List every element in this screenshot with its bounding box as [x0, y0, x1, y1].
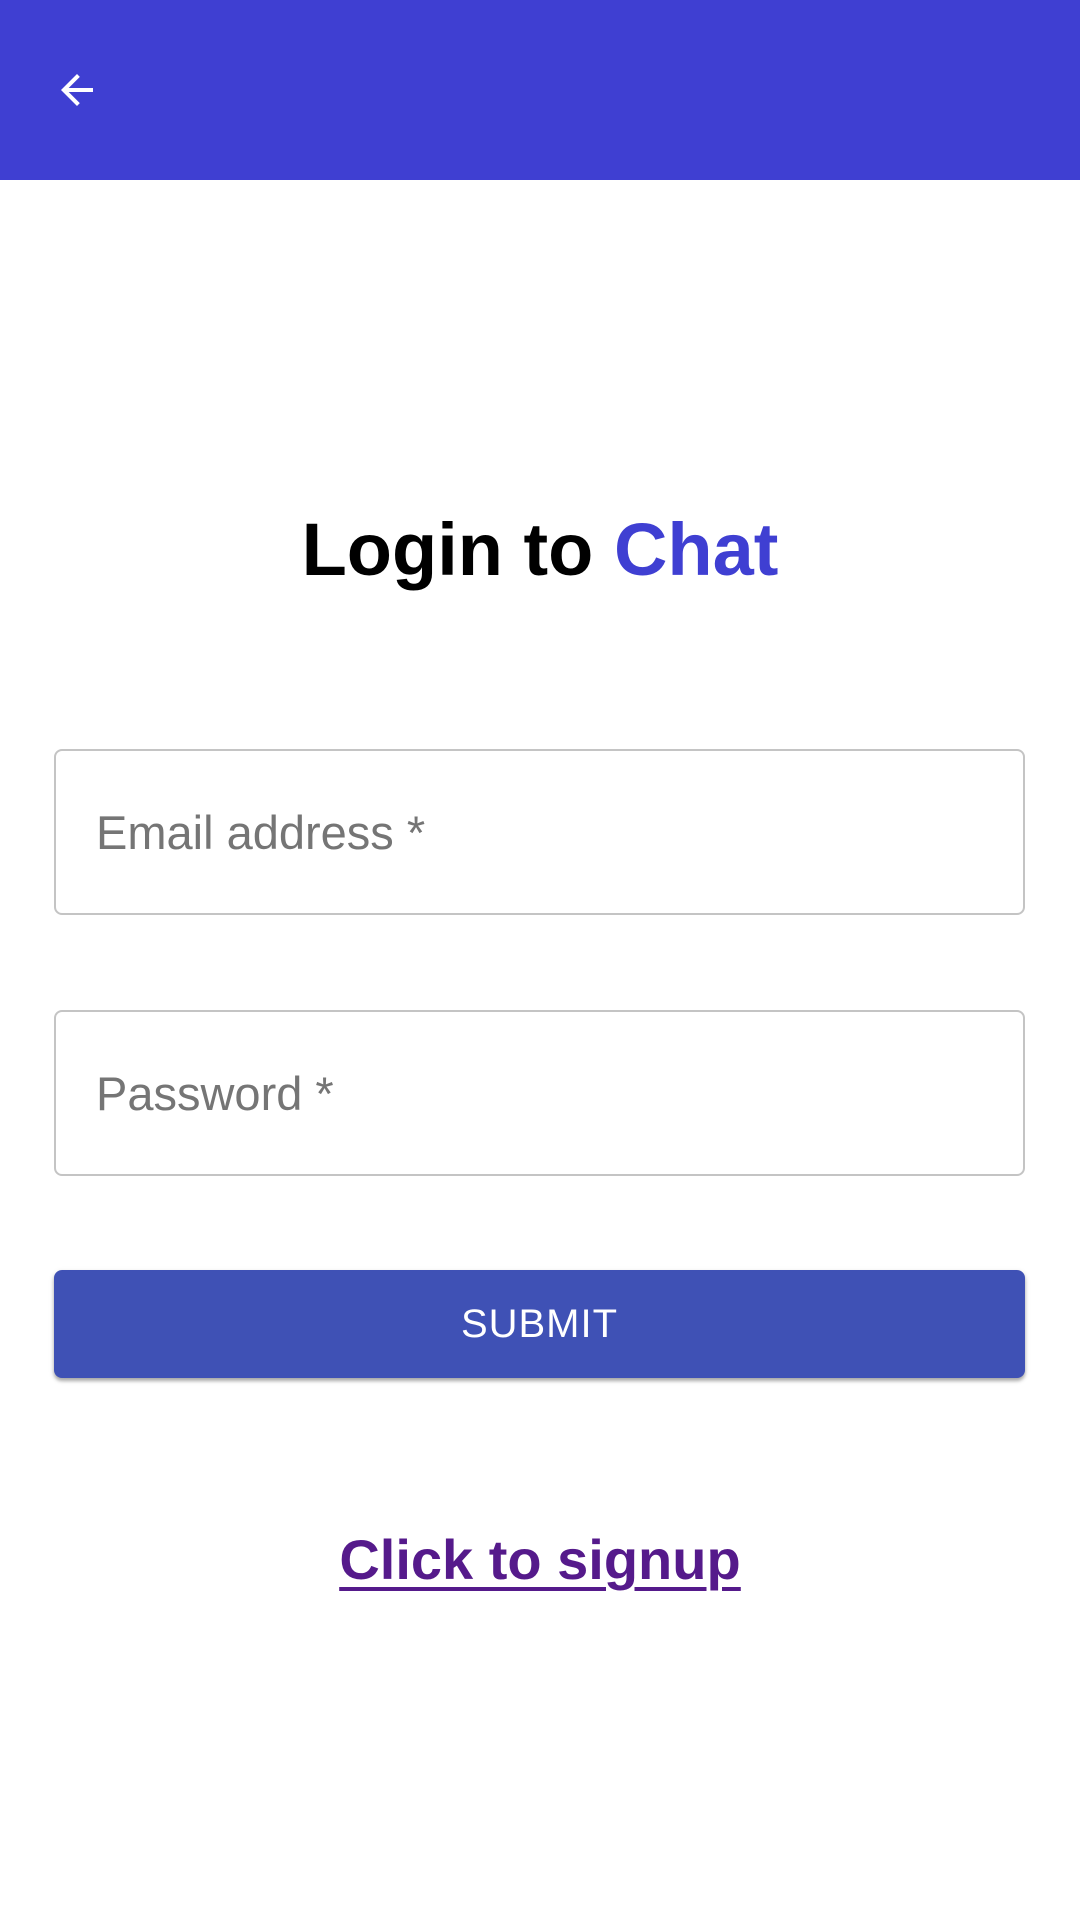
password-field-container [54, 1010, 1025, 1176]
signup-link-container: Click to signup [0, 1525, 1080, 1595]
app-bar [0, 0, 1080, 180]
email-field-container [54, 749, 1025, 915]
arrow-left-icon [53, 66, 101, 114]
page-title: Login to Chat [0, 505, 1080, 595]
title-prefix: Login to [301, 508, 614, 591]
back-button[interactable] [37, 50, 117, 130]
submit-button[interactable]: SUBMIT [54, 1270, 1025, 1378]
password-field[interactable] [56, 1012, 1023, 1174]
title-accent: Chat [613, 508, 779, 591]
signup-link[interactable]: Click to signup [339, 1528, 740, 1591]
email-field[interactable] [56, 751, 1023, 913]
